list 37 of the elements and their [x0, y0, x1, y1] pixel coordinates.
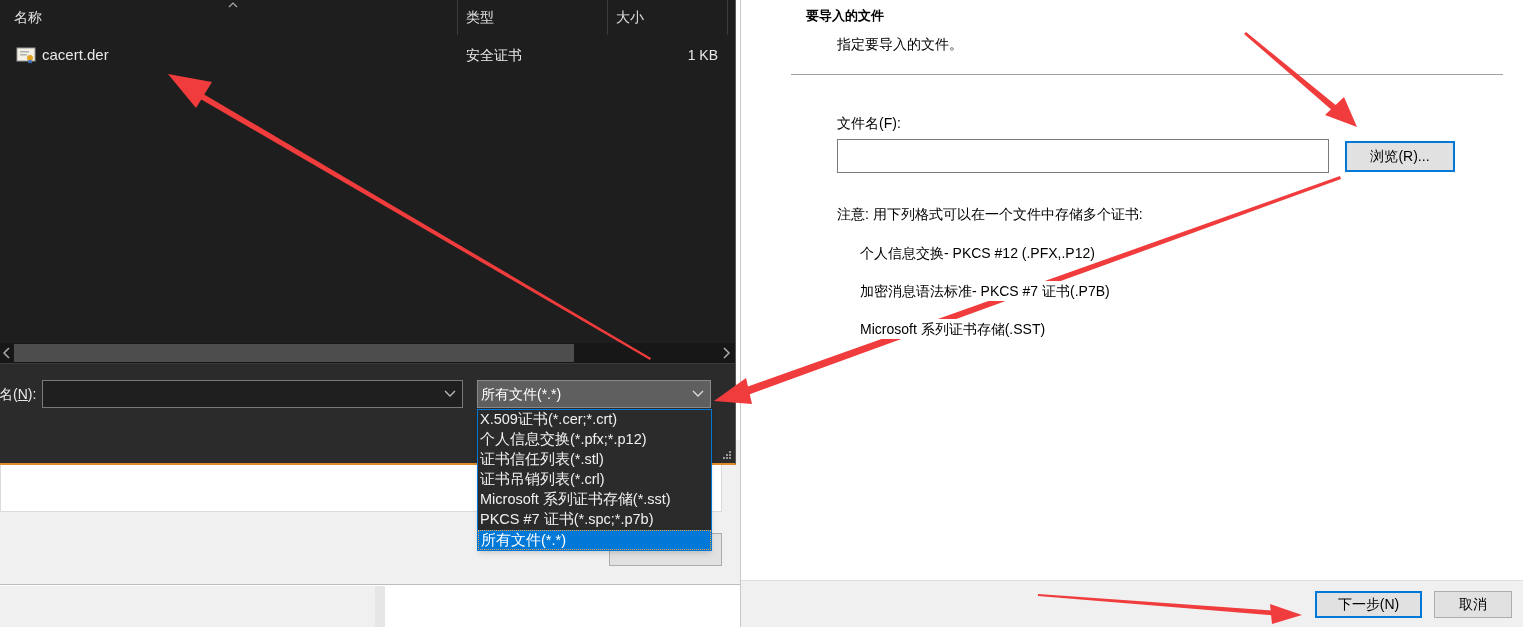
chevron-down-icon	[692, 390, 704, 398]
resize-grip-icon	[723, 451, 732, 460]
chevron-left-icon[interactable]	[2, 347, 12, 359]
sort-caret-icon	[228, 2, 238, 8]
file-name-combobox[interactable]	[42, 380, 464, 408]
chevron-right-icon[interactable]	[721, 347, 731, 359]
dropdown-option[interactable]: X.509证书(*.cer;*.crt)	[478, 410, 711, 430]
dropdown-option[interactable]: PKCS #7 证书(*.spc;*.p7b)	[478, 510, 711, 530]
file-type: 安全证书	[466, 46, 522, 63]
dropdown-option[interactable]: 证书吊销列表(*.crl)	[478, 470, 711, 490]
file-row[interactable]: cacert.der 安全证书 1 KB	[0, 41, 735, 69]
dropdown-option[interactable]: 所有文件(*.*)	[478, 530, 711, 550]
certificate-icon	[16, 46, 36, 64]
cancel-button[interactable]: 取消	[1434, 590, 1512, 618]
scrollbar-thumb[interactable]	[14, 344, 574, 362]
dropdown-option[interactable]: 个人信息交换(*.pfx;*.p12)	[478, 430, 711, 450]
format-item: 加密消息语法标准- PKCS #7 证书(.P7B)	[860, 281, 1110, 301]
format-item: Microsoft 系列证书存储(.SST)	[860, 319, 1046, 339]
format-item: 个人信息交换- PKCS #12 (.PFX,.P12)	[860, 243, 1095, 263]
dropdown-option[interactable]: Microsoft 系列证书存储(*.sst)	[478, 490, 711, 510]
column-header[interactable]: 类型	[458, 0, 608, 35]
file-name: cacert.der	[42, 44, 109, 65]
file-type-combobox[interactable]: 所有文件(*.*)	[477, 380, 711, 408]
column-header[interactable]: 大小	[608, 0, 728, 35]
column-header[interactable]: 名称	[0, 0, 458, 35]
file-name-field[interactable]	[837, 139, 1329, 173]
file-size: 1 KB	[687, 45, 718, 65]
note-text: 注意: 用下列格式可以在一个文件中存储多个证书:	[837, 205, 1143, 224]
file-name-label: 名(N):	[0, 384, 37, 404]
section-heading: 要导入的文件	[806, 7, 884, 25]
browse-button[interactable]: 浏览(R)...	[1345, 141, 1455, 172]
next-button[interactable]: 下一步(N)	[1315, 590, 1422, 618]
chevron-down-icon	[444, 390, 457, 398]
file-name-label: 文件名(F):	[837, 114, 901, 133]
section-description: 指定要导入的文件。	[837, 35, 963, 54]
horizontal-scrollbar[interactable]	[0, 343, 735, 363]
dropdown-option[interactable]: 证书信任列表(*.stl)	[478, 450, 711, 470]
